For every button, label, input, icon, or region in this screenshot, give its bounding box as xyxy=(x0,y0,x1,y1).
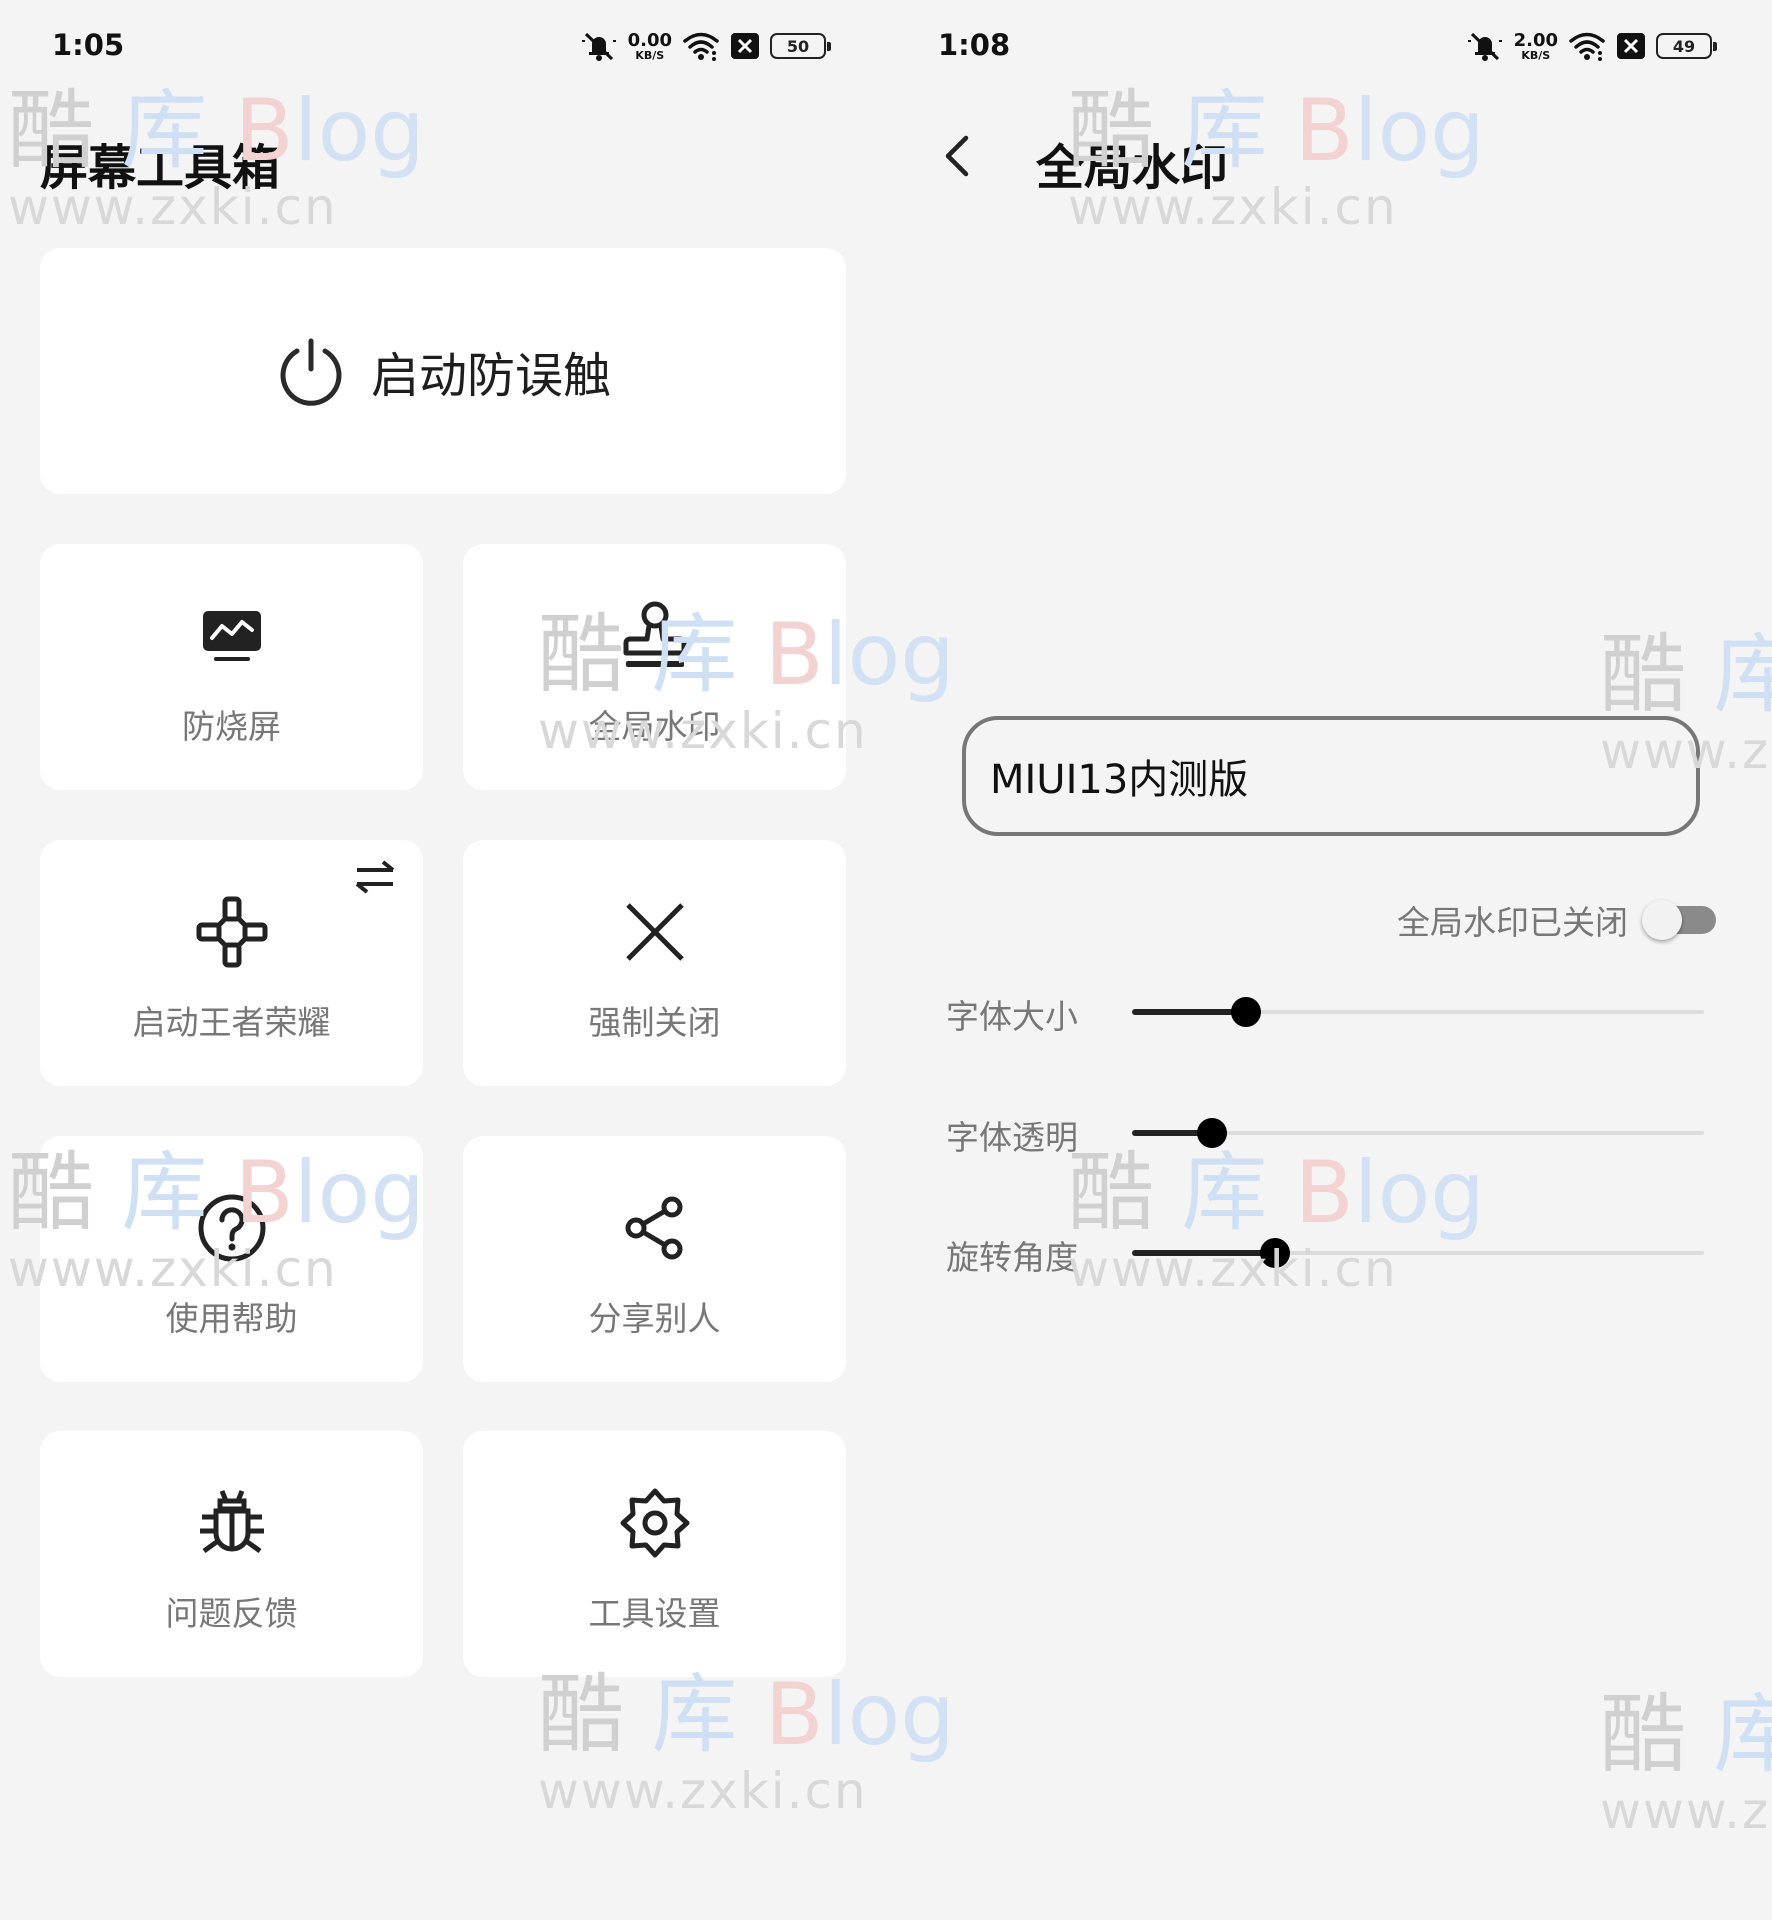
power-icon xyxy=(280,338,342,406)
gear-icon xyxy=(620,1488,689,1558)
slider-label: 旋转角度 xyxy=(946,1238,1078,1277)
slider-handle[interactable] xyxy=(1260,1238,1290,1268)
page-title: 全局水印 xyxy=(1036,140,1229,196)
status-time: 1:08 xyxy=(938,28,1011,62)
tile-feedback[interactable]: 问题反馈 xyxy=(40,1431,423,1677)
share-icon xyxy=(625,1196,682,1260)
tile-settings[interactable]: 工具设置 xyxy=(463,1431,846,1677)
watermark-toggle-switch[interactable] xyxy=(1642,900,1720,940)
status-icons: 0.00 KB/S 50 xyxy=(580,26,831,66)
toolbox-screen: 1:05 0.00 KB/S 50 屏幕工具箱 启动防误触 防烧屏 全局水印 启… xyxy=(0,0,886,1920)
stamp-icon xyxy=(623,601,686,667)
font-opacity-slider[interactable] xyxy=(1132,1103,1704,1163)
slider-row-rotation: 旋转角度 xyxy=(946,1223,1728,1283)
watermark-settings-screen: 1:08 2.00 KB/S 49 全局水印 MIUI13内测版 全局水印已关闭… xyxy=(886,0,1772,1920)
status-bar: 1:08 2.00 KB/S 49 xyxy=(886,0,1772,92)
mute-bell-icon xyxy=(581,32,616,61)
slider-handle[interactable] xyxy=(1197,1118,1228,1148)
net-speed: 2.00 KB/S xyxy=(1513,29,1558,62)
watermark-toggle-row: 全局水印已关闭 xyxy=(1397,896,1720,944)
status-icons: 2.00 KB/S 49 xyxy=(1466,26,1717,66)
status-bar: 1:05 0.00 KB/S 50 xyxy=(0,0,886,92)
slider-handle[interactable] xyxy=(1231,997,1262,1027)
tile-label: 强制关闭 xyxy=(588,1003,721,1042)
sim-blocked-icon xyxy=(731,33,759,59)
net-speed: 0.00 KB/S xyxy=(627,29,672,62)
watermark-text-input[interactable] xyxy=(962,716,1700,836)
tile-share[interactable]: 分享别人 xyxy=(463,1136,846,1382)
help-circle-icon xyxy=(198,1194,265,1262)
anti-mistouch-button[interactable]: 启动防误触 xyxy=(40,248,846,494)
back-arrow-icon[interactable] xyxy=(938,128,978,184)
monitor-chart-icon xyxy=(202,611,261,661)
rotation-slider[interactable] xyxy=(1132,1223,1704,1283)
slider-fill xyxy=(1132,1009,1247,1015)
slider-fill xyxy=(1132,1250,1275,1256)
gamepad-icon xyxy=(196,896,267,968)
slider-row-font-opacity: 字体透明 xyxy=(946,1103,1728,1163)
status-time: 1:05 xyxy=(52,28,125,62)
tile-label: 问题反馈 xyxy=(165,1594,298,1633)
swap-arrows-icon[interactable] xyxy=(353,860,397,894)
tile-force-close[interactable]: 强制关闭 xyxy=(463,840,846,1086)
tile-label: 启动王者荣耀 xyxy=(132,1003,331,1042)
tile-label: 防烧屏 xyxy=(182,707,281,746)
battery-indicator: 50 xyxy=(770,33,831,59)
tile-label: 工具设置 xyxy=(588,1594,721,1633)
tile-label: 使用帮助 xyxy=(165,1299,298,1338)
tile-help[interactable]: 使用帮助 xyxy=(40,1136,423,1382)
wifi-icon xyxy=(1569,32,1605,61)
tile-label: 全局水印 xyxy=(588,707,721,746)
tile-label: 分享别人 xyxy=(588,1299,721,1338)
battery-indicator: 49 xyxy=(1656,33,1717,59)
slider-row-font-size: 字体大小 xyxy=(946,982,1728,1042)
wifi-icon xyxy=(683,32,719,61)
slider-label: 字体透明 xyxy=(946,1118,1078,1157)
tile-anti-burn[interactable]: 防烧屏 xyxy=(40,544,423,790)
slider-label: 字体大小 xyxy=(946,997,1078,1036)
mute-bell-icon xyxy=(1467,32,1502,61)
anti-mistouch-label: 启动防误触 xyxy=(370,348,611,404)
tile-global-watermark[interactable]: 全局水印 xyxy=(463,544,846,790)
tile-launch-game[interactable]: 启动王者荣耀 xyxy=(40,840,423,1086)
sim-blocked-icon xyxy=(1617,33,1645,59)
watermark-toggle-label: 全局水印已关闭 xyxy=(1397,903,1628,942)
page-title: 屏幕工具箱 xyxy=(40,140,281,196)
close-x-icon xyxy=(625,903,684,961)
bug-icon xyxy=(199,1490,264,1554)
toggle-thumb xyxy=(1642,900,1682,940)
font-size-slider[interactable] xyxy=(1132,982,1704,1042)
